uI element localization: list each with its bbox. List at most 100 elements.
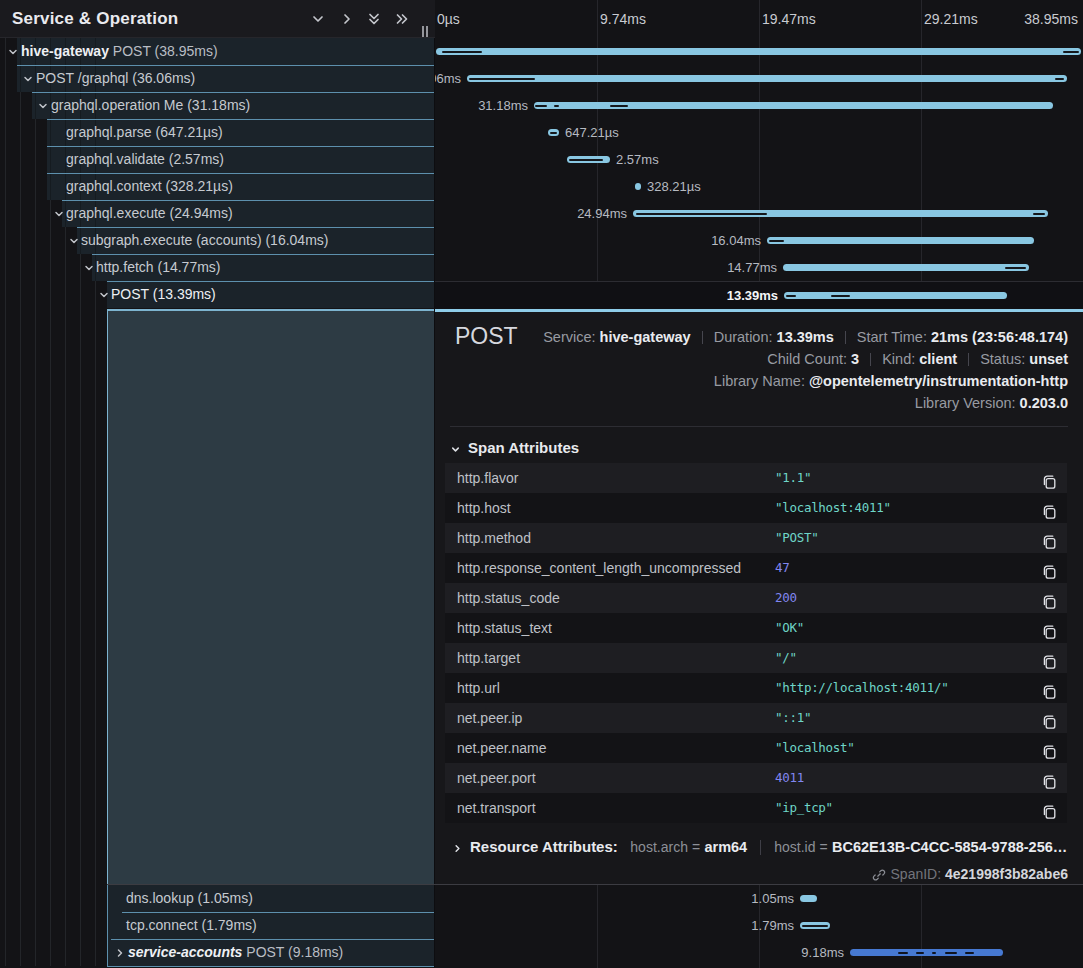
span-bar[interactable]	[800, 895, 817, 902]
attribute-row: http.status_text"OK"	[445, 613, 1067, 643]
timeline-row[interactable]: 9.18ms	[435, 939, 1083, 966]
copy-icon[interactable]	[1042, 500, 1057, 516]
operation-name: POST (13.39ms)	[111, 281, 216, 308]
span-bar[interactable]	[800, 922, 830, 929]
span-row-post-selected[interactable]: POST (13.39ms)	[0, 281, 435, 308]
span-bar[interactable]	[783, 264, 1029, 271]
operation-name: graphql.parse (647.21µs)	[66, 119, 223, 146]
tree-header-title: Service & Operation	[12, 0, 178, 38]
divider	[450, 426, 1068, 427]
span-row-graphql-execute[interactable]: graphql.execute (24.94ms)	[0, 200, 435, 227]
attribute-row: http.host"localhost:4011"	[445, 493, 1067, 523]
attribute-row: net.peer.ip"::1"	[445, 703, 1067, 733]
tick-label: 0µs	[437, 0, 460, 38]
timeline-row[interactable]: 2.57ms	[435, 146, 1083, 173]
tree-header: Service & Operation	[0, 0, 435, 38]
span-id[interactable]: SpanID: 4e21998f3b82abe6	[872, 864, 1068, 884]
span-attributes-header[interactable]: Span Attributes	[450, 439, 579, 459]
operation-name: dns.lookup (1.05ms)	[126, 885, 253, 912]
chevron-right-icon	[452, 843, 463, 854]
span-bar[interactable]	[548, 129, 559, 136]
tick-label: 9.74ms	[600, 0, 646, 38]
link-icon	[872, 868, 886, 882]
timeline-row[interactable]: 1.05ms	[435, 885, 1083, 912]
chevron-down-icon[interactable]	[98, 289, 110, 301]
span-row-http-fetch[interactable]: http.fetch (14.77ms)	[0, 254, 435, 281]
copy-icon[interactable]	[1042, 680, 1057, 696]
span-row-graphql-parse[interactable]: graphql.parse (647.21µs)	[0, 119, 435, 146]
expand-one-icon[interactable]	[339, 11, 355, 27]
timeline-row[interactable]: 38.95ms	[435, 38, 1083, 65]
timeline-row[interactable]: 36.06ms	[435, 65, 1083, 92]
chevron-down-icon[interactable]	[22, 73, 34, 85]
copy-icon[interactable]	[1042, 470, 1057, 486]
operation-name: POST (38.95ms)	[113, 43, 218, 59]
span-row-graphql-context[interactable]: graphql.context (328.21µs)	[0, 173, 435, 200]
chevron-down-icon[interactable]	[53, 208, 65, 220]
trace-viewer: hive-gateway POST (38.95ms) POST /graphq…	[0, 0, 1083, 968]
attribute-row: net.peer.port4011	[445, 763, 1067, 793]
span-row-service-accounts-post[interactable]: service-accounts POST (9.18ms)	[0, 939, 435, 966]
copy-icon[interactable]	[1042, 710, 1057, 726]
tick-label: 38.95ms	[1024, 0, 1078, 38]
timeline-row[interactable]: 14.77ms	[435, 254, 1083, 281]
span-bar[interactable]	[534, 102, 1053, 109]
copy-icon[interactable]	[1042, 770, 1057, 786]
resource-attributes-header[interactable]: Resource Attributes: host.arch = arm64ho…	[452, 833, 1068, 861]
operation-name: graphql.execute (24.94ms)	[66, 200, 233, 227]
timeline-row[interactable]: 647.21µs	[435, 119, 1083, 146]
chevron-down-icon[interactable]	[68, 235, 80, 247]
copy-icon[interactable]	[1042, 800, 1057, 816]
operation-name: graphql.validate (2.57ms)	[66, 146, 224, 173]
span-bar[interactable]	[850, 949, 1003, 956]
operation-name: tcp.connect (1.79ms)	[126, 912, 257, 939]
span-bar[interactable]	[467, 75, 1067, 82]
chevron-down-icon[interactable]	[83, 262, 95, 274]
collapse-one-icon[interactable]	[310, 11, 326, 27]
collapse-all-icon[interactable]	[366, 11, 382, 27]
tick-label: 29.21ms	[924, 0, 978, 38]
span-bar[interactable]	[635, 183, 641, 190]
copy-icon[interactable]	[1042, 560, 1057, 576]
copy-icon[interactable]	[1042, 650, 1057, 666]
span-row-graphql-validate[interactable]: graphql.validate (2.57ms)	[0, 146, 435, 173]
operation-name: http.fetch (14.77ms)	[96, 254, 221, 281]
copy-icon[interactable]	[1042, 590, 1057, 606]
span-bar[interactable]	[767, 237, 1034, 244]
span-row-hive-gateway-post[interactable]: hive-gateway POST (38.95ms)	[0, 38, 435, 65]
span-bar[interactable]	[633, 210, 1048, 217]
span-row-subgraph-execute[interactable]: subgraph.execute (accounts) (16.04ms)	[0, 227, 435, 254]
timeline-header: 0µs 9.74ms 19.47ms 29.21ms 38.95ms	[435, 0, 1083, 38]
span-attributes-table: http.flavor"1.1" http.host"localhost:401…	[445, 463, 1067, 823]
copy-icon[interactable]	[1042, 620, 1057, 636]
operation-name: POST (9.18ms)	[246, 944, 343, 960]
expand-all-icon[interactable]	[394, 11, 410, 27]
operation-name: subgraph.execute (accounts) (16.04ms)	[81, 227, 328, 254]
span-row-tcp-connect[interactable]: tcp.connect (1.79ms)	[0, 912, 435, 939]
copy-icon[interactable]	[1042, 530, 1057, 546]
selected-span-region	[107, 309, 434, 884]
attribute-row: http.target"/"	[445, 643, 1067, 673]
chevron-right-icon[interactable]	[114, 947, 126, 959]
chevron-down-icon[interactable]	[37, 100, 49, 112]
timeline-row[interactable]: 24.94ms	[435, 200, 1083, 227]
service-name: hive-gateway	[21, 43, 109, 59]
span-row-post-graphql[interactable]: POST /graphql (36.06ms)	[0, 65, 435, 92]
attribute-row: http.method"POST"	[445, 523, 1067, 553]
copy-icon[interactable]	[1042, 740, 1057, 756]
timeline-row-selected[interactable]: 13.39ms	[435, 281, 1083, 309]
detail-bottom-divider	[107, 884, 1083, 885]
chevron-down-icon[interactable]	[7, 46, 19, 58]
attribute-row: net.transport"ip_tcp"	[445, 793, 1067, 823]
span-row-graphql-operation[interactable]: graphql.operation Me (31.18ms)	[0, 92, 435, 119]
span-row-dns-lookup[interactable]: dns.lookup (1.05ms)	[0, 885, 435, 912]
timeline-row[interactable]: 1.79ms	[435, 912, 1083, 939]
span-bar[interactable]	[567, 156, 610, 163]
span-bar[interactable]	[784, 292, 1007, 299]
operation-name: graphql.operation Me (31.18ms)	[51, 92, 250, 119]
timeline-row[interactable]: 31.18ms	[435, 92, 1083, 119]
attribute-row: http.url"http://localhost:4011/"	[445, 673, 1067, 703]
timeline-row[interactable]: 328.21µs	[435, 173, 1083, 200]
timeline-row[interactable]: 16.04ms	[435, 227, 1083, 254]
span-bar[interactable]	[436, 48, 1081, 55]
